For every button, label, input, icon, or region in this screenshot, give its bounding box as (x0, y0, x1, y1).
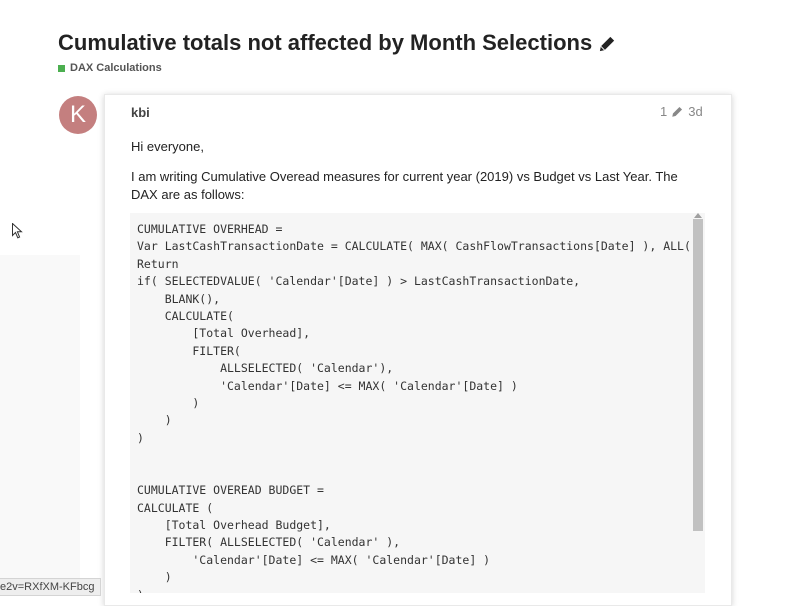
post-paragraph: I am writing Cumulative Overead measures… (131, 169, 678, 202)
mouse-cursor-icon (12, 223, 23, 239)
post-age[interactable]: 3d (688, 104, 702, 119)
category-color-swatch (58, 64, 65, 72)
category-badge[interactable]: DAX Calculations (58, 62, 162, 74)
status-url-tooltip: e2v=RXfXM-KFbcg (0, 578, 102, 596)
pencil-icon[interactable] (671, 105, 684, 118)
scroll-up-arrow-icon[interactable] (694, 213, 702, 218)
category-label[interactable]: DAX Calculations (70, 62, 162, 74)
post-meta: 1 3d (660, 104, 703, 119)
code-scrollbar[interactable] (693, 219, 703, 531)
edit-title-pencil-icon[interactable] (598, 34, 617, 53)
topic-title[interactable]: Cumulative totals not affected by Month … (58, 30, 617, 56)
code-block: CUMULATIVE OVERHEAD = Var LastCashTransa… (130, 213, 705, 593)
edit-count[interactable]: 1 (660, 104, 667, 119)
topic-title-text[interactable]: Cumulative totals not affected by Month … (58, 30, 592, 56)
avatar-letter: K (69, 101, 86, 128)
side-gutter (0, 255, 80, 590)
code-content: CUMULATIVE OVERHEAD = Var LastCashTransa… (137, 222, 691, 593)
post-username[interactable]: kbi (131, 105, 150, 120)
avatar[interactable]: K (59, 96, 97, 134)
post-paragraph: Hi everyone, (131, 139, 204, 154)
post-body: Hi everyone, I am writing Cumulative Ove… (131, 138, 706, 204)
